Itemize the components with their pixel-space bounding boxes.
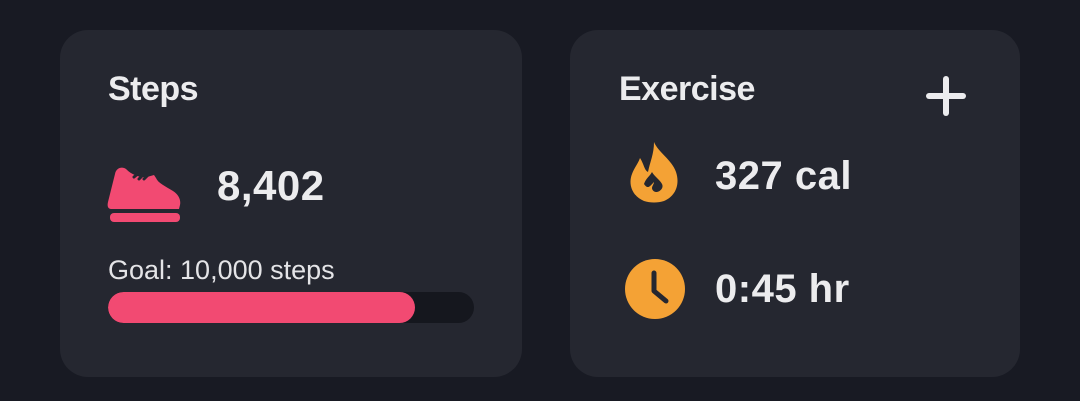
clock-icon xyxy=(625,259,685,319)
exercise-title: Exercise xyxy=(619,70,755,108)
duration-value: 0:45 hr xyxy=(715,267,850,311)
flame-icon xyxy=(630,142,678,203)
steps-goal: Goal: 10,000 steps xyxy=(108,255,335,285)
shoe-icon xyxy=(107,167,181,222)
plus-icon[interactable] xyxy=(922,72,970,120)
steps-progress-bar xyxy=(108,292,474,323)
steps-title: Steps xyxy=(108,70,199,108)
steps-card[interactable]: Steps 8,402 Goal: 10,000 steps xyxy=(60,30,522,377)
steps-progress-fill xyxy=(108,292,416,323)
exercise-card[interactable]: Exercise 327 cal 0:45 hr xyxy=(570,30,1020,377)
calories-value: 327 cal xyxy=(715,154,852,198)
steps-count: 8,402 xyxy=(217,162,325,209)
